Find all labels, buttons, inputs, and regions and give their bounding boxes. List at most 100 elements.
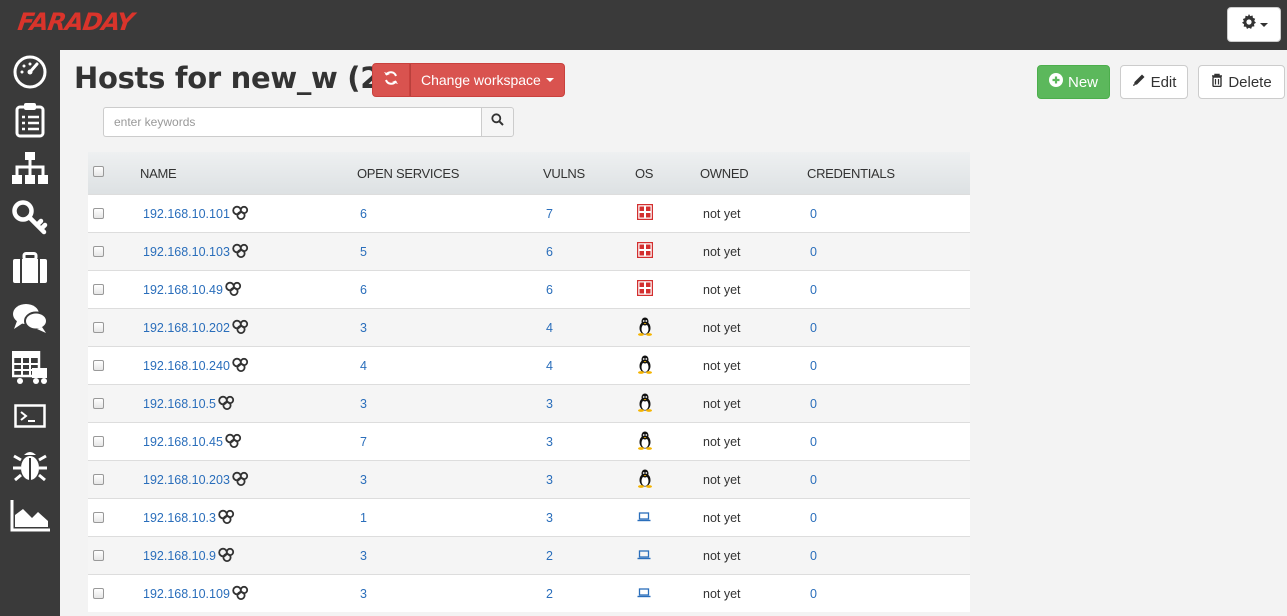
open-services-link[interactable]: 6: [360, 271, 367, 308]
linux-os-icon: [637, 431, 653, 453]
column-header-credentials[interactable]: CREDENTIALS: [807, 152, 895, 194]
os-cell: [637, 499, 651, 536]
host-name-link[interactable]: 192.168.10.202: [143, 321, 230, 335]
row-checkbox[interactable]: [93, 246, 104, 257]
credentials-link[interactable]: 0: [810, 347, 817, 384]
search-input[interactable]: [103, 107, 481, 137]
vulns-link[interactable]: 3: [546, 423, 553, 460]
host-name-link[interactable]: 192.168.10.45: [143, 435, 223, 449]
credentials-link[interactable]: 0: [810, 575, 817, 612]
cells-icon[interactable]: [225, 433, 242, 451]
select-all-checkbox[interactable]: [93, 165, 104, 177]
host-name-link[interactable]: 192.168.10.109: [143, 587, 230, 601]
credentials-link[interactable]: 0: [810, 423, 817, 460]
host-name-cell: 192.168.10.203: [143, 461, 249, 498]
sidebar-item-credentials[interactable]: [6, 198, 54, 242]
column-header-name[interactable]: NAME: [140, 152, 177, 194]
sidebar-item-data-analysis[interactable]: [6, 348, 54, 392]
vulns-link[interactable]: 4: [546, 309, 553, 346]
credentials-link[interactable]: 0: [810, 461, 817, 498]
host-name-link[interactable]: 192.168.10.49: [143, 283, 223, 297]
sidebar-item-dashboard[interactable]: [6, 52, 54, 96]
open-services-link[interactable]: 3: [360, 537, 367, 574]
open-services-link[interactable]: 3: [360, 309, 367, 346]
cells-icon[interactable]: [232, 357, 249, 375]
row-checkbox[interactable]: [93, 588, 104, 599]
open-services-link[interactable]: 5: [360, 233, 367, 270]
row-checkbox[interactable]: [93, 284, 104, 295]
table-truck-icon: [11, 350, 48, 390]
refresh-workspace-button[interactable]: [372, 63, 410, 97]
row-checkbox[interactable]: [93, 398, 104, 409]
host-name-link[interactable]: 192.168.10.9: [143, 549, 216, 563]
cells-icon[interactable]: [232, 319, 249, 337]
column-header-services[interactable]: OPEN SERVICES: [357, 152, 459, 194]
vulns-link[interactable]: 6: [546, 233, 553, 270]
delete-button-label: Delete: [1228, 73, 1272, 91]
row-checkbox[interactable]: [93, 436, 104, 447]
cells-icon[interactable]: [232, 205, 249, 223]
sidebar-item-executive-report[interactable]: [6, 396, 54, 440]
settings-dropdown-button[interactable]: [1227, 7, 1281, 42]
vulns-link[interactable]: 2: [546, 575, 553, 612]
credentials-link[interactable]: 0: [810, 271, 817, 308]
open-services-link[interactable]: 3: [360, 461, 367, 498]
credentials-link[interactable]: 0: [810, 233, 817, 270]
column-header-owned[interactable]: OWNED: [700, 152, 749, 194]
row-checkbox[interactable]: [93, 208, 104, 219]
cells-icon[interactable]: [218, 547, 235, 565]
open-services-link[interactable]: 3: [360, 575, 367, 612]
column-header-os[interactable]: OS: [635, 152, 653, 194]
open-services-link[interactable]: 3: [360, 385, 367, 422]
column-header-vulns[interactable]: VULNS: [543, 152, 585, 194]
open-services-link[interactable]: 7: [360, 423, 367, 460]
faraday-logo[interactable]: FARADAY: [16, 8, 135, 36]
cells-icon[interactable]: [218, 395, 235, 413]
credentials-link[interactable]: 0: [810, 309, 817, 346]
delete-host-button[interactable]: Delete: [1198, 65, 1285, 99]
vulns-link[interactable]: 2: [546, 537, 553, 574]
open-services-link[interactable]: 4: [360, 347, 367, 384]
credentials-link[interactable]: 0: [810, 195, 817, 232]
credentials-link[interactable]: 0: [810, 385, 817, 422]
cells-icon[interactable]: [232, 243, 249, 261]
vulns-link[interactable]: 3: [546, 461, 553, 498]
change-workspace-dropdown[interactable]: Change workspace: [410, 63, 565, 97]
row-checkbox[interactable]: [93, 360, 104, 371]
cells-icon[interactable]: [232, 585, 249, 603]
sidebar-item-communication[interactable]: [6, 298, 54, 342]
open-services-link[interactable]: 1: [360, 499, 367, 536]
host-name-link[interactable]: 192.168.10.240: [143, 359, 230, 373]
host-name-link[interactable]: 192.168.10.5: [143, 397, 216, 411]
sidebar-item-status-report[interactable]: [6, 100, 54, 144]
search-button[interactable]: [481, 107, 514, 137]
host-name-link[interactable]: 192.168.10.101: [143, 207, 230, 221]
credentials-link[interactable]: 0: [810, 499, 817, 536]
sidebar-item-vulnerabilities[interactable]: [6, 444, 54, 488]
vulns-link[interactable]: 3: [546, 385, 553, 422]
open-services-link[interactable]: 6: [360, 195, 367, 232]
edit-host-button[interactable]: Edit: [1120, 65, 1188, 99]
host-name-cell: 192.168.10.103: [143, 233, 249, 270]
vulns-link[interactable]: 3: [546, 499, 553, 536]
row-checkbox[interactable]: [93, 474, 104, 485]
host-name-link[interactable]: 192.168.10.203: [143, 473, 230, 487]
sidebar-item-analytics[interactable]: [6, 496, 54, 540]
vulns-link[interactable]: 6: [546, 271, 553, 308]
sidebar-item-hosts[interactable]: [6, 148, 54, 192]
cells-icon[interactable]: [232, 471, 249, 489]
new-host-button[interactable]: New: [1037, 65, 1110, 99]
credentials-link[interactable]: 0: [810, 537, 817, 574]
os-cell: [637, 309, 653, 346]
sidebar-item-workspaces[interactable]: [6, 248, 54, 292]
cells-icon[interactable]: [218, 509, 235, 527]
linux-os-icon: [637, 393, 653, 415]
row-checkbox[interactable]: [93, 550, 104, 561]
vulns-link[interactable]: 4: [546, 347, 553, 384]
cells-icon[interactable]: [225, 281, 242, 299]
host-name-link[interactable]: 192.168.10.3: [143, 511, 216, 525]
host-name-link[interactable]: 192.168.10.103: [143, 245, 230, 259]
row-checkbox[interactable]: [93, 512, 104, 523]
row-checkbox[interactable]: [93, 322, 104, 333]
vulns-link[interactable]: 7: [546, 195, 553, 232]
